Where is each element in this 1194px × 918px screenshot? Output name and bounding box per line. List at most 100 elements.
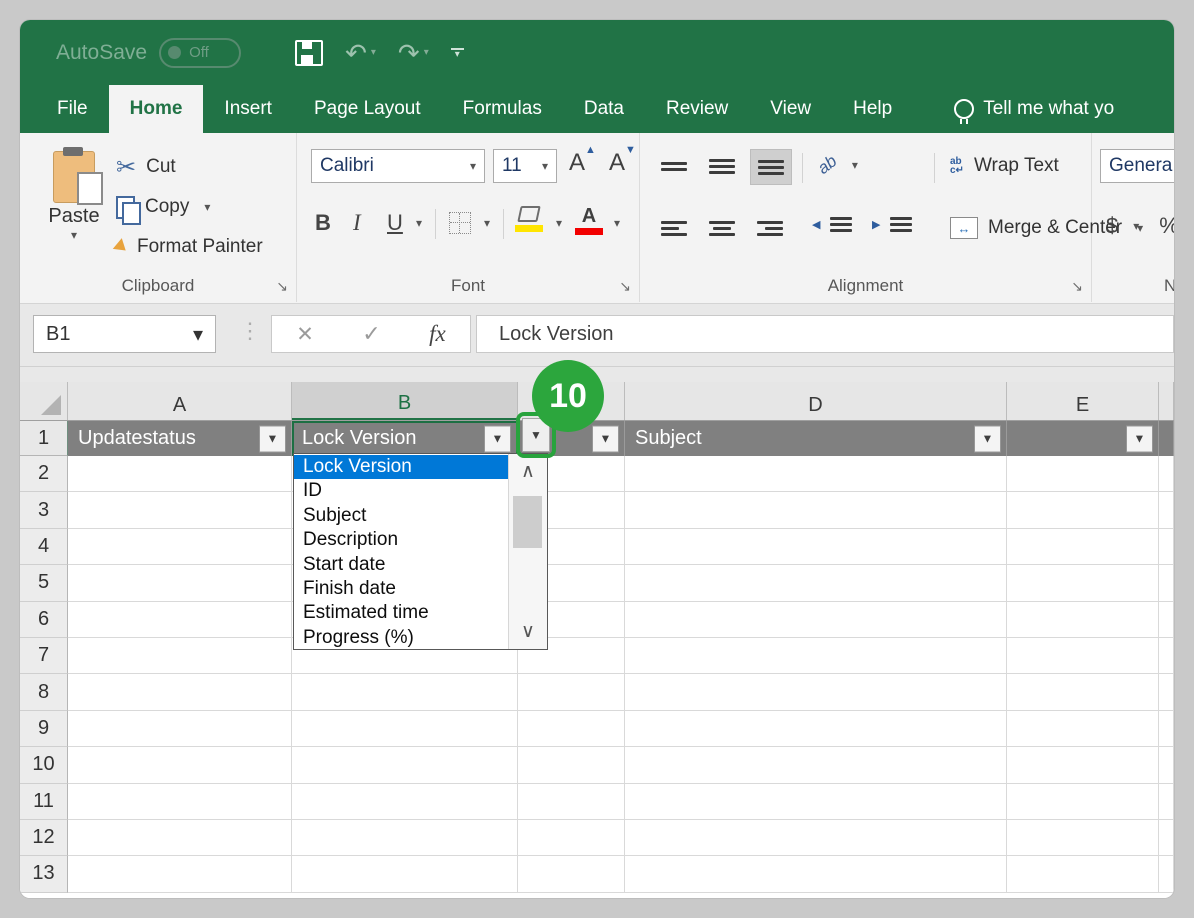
filter-e1-icon[interactable]: ▼ [1126,425,1153,452]
font-size-select[interactable]: 11 ▾ [493,149,557,183]
cell[interactable] [292,674,518,710]
save-icon[interactable] [295,40,323,66]
underline-button[interactable]: U [387,205,403,241]
italic-button[interactable]: I [353,205,361,241]
cell[interactable] [68,492,292,528]
cell[interactable] [1007,456,1159,492]
cell[interactable] [68,820,292,856]
currency-button[interactable]: $ ▾ % [1106,213,1174,239]
cell[interactable] [518,747,625,783]
filter-b1-icon[interactable]: ▼ [484,425,511,452]
row-header-12[interactable]: 12 [20,820,68,856]
cell[interactable] [292,784,518,820]
formula-input[interactable]: Lock Version [476,315,1174,353]
currency-dropdown-icon[interactable]: ▾ [1133,219,1139,233]
name-box-dropdown-icon[interactable]: ▾ [193,322,203,347]
align-center-button[interactable] [702,211,742,245]
paste-dropdown-icon[interactable]: ▾ [38,228,110,242]
row-header-7[interactable]: 7 [20,638,68,674]
fill-color-button[interactable] [515,201,543,237]
cell[interactable] [625,456,1007,492]
cell[interactable] [68,638,292,674]
cell[interactable] [1007,820,1159,856]
borders-dropdown-icon[interactable]: ▾ [484,205,490,241]
tab-view[interactable]: View [749,85,832,133]
bold-button[interactable]: B [315,205,331,241]
tab-data[interactable]: Data [563,85,645,133]
row-header-6[interactable]: 6 [20,602,68,638]
tab-insert[interactable]: Insert [203,85,293,133]
cell[interactable] [518,784,625,820]
redo-button[interactable]: ↷▾ [398,40,429,66]
dropdown-item-progress[interactable]: Progress (%) [294,626,508,649]
cell[interactable] [68,784,292,820]
cell-b1-selected[interactable]: Lock Version ▼ [292,421,518,456]
paste-button[interactable]: Paste ▾ [38,145,110,242]
row-header-4[interactable]: 4 [20,529,68,565]
row-header-13[interactable]: 13 [20,856,68,892]
orientation-button[interactable]: ab ▾ [818,155,858,175]
row-header-2[interactable]: 2 [20,456,68,492]
cell[interactable] [292,856,518,892]
orientation-dropdown-icon[interactable]: ▾ [852,158,858,172]
borders-button[interactable] [449,205,471,241]
cell[interactable] [68,747,292,783]
dropdown-item-subject[interactable]: Subject [294,504,508,528]
clipboard-dialog-launcher-icon[interactable]: ↘ [276,278,288,295]
cell[interactable] [1007,856,1159,892]
row-header-8[interactable]: 8 [20,674,68,710]
col-header-a[interactable]: A [68,382,292,420]
cell[interactable] [68,565,292,601]
font-color-button[interactable]: A [575,203,603,239]
dropdown-item-description[interactable]: Description [294,528,508,552]
col-header-b[interactable]: B [292,382,518,420]
grow-font-button[interactable]: A▲ [569,149,596,177]
redo-dropdown-icon[interactable]: ▾ [424,48,429,58]
font-name-select[interactable]: Calibri ▾ [311,149,485,183]
cancel-icon[interactable]: ✕ [296,322,314,347]
align-right-button[interactable] [750,211,790,245]
tab-file[interactable]: File [36,85,109,133]
cell[interactable] [1007,674,1159,710]
dropdown-item-estimated-time[interactable]: Estimated time [294,601,508,625]
cell[interactable] [68,856,292,892]
decrease-indent-button[interactable]: ◀ [812,217,852,232]
cell[interactable] [292,711,518,747]
dropdown-item-finish-date[interactable]: Finish date [294,577,508,601]
align-left-button[interactable] [654,211,694,245]
cell[interactable] [518,856,625,892]
underline-dropdown-icon[interactable]: ▾ [416,205,422,241]
formula-bar-grip-icon[interactable]: ⋮ [239,318,263,344]
tab-formulas[interactable]: Formulas [442,85,563,133]
dropdown-scrollbar[interactable]: ∧ ∨ [508,454,547,649]
font-color-dropdown-icon[interactable]: ▾ [614,205,620,241]
bottom-align-button[interactable] [750,149,792,185]
cell[interactable] [625,711,1007,747]
cell[interactable] [1007,529,1159,565]
cell[interactable] [625,602,1007,638]
filter-a1-icon[interactable]: ▼ [259,425,286,452]
cell[interactable] [625,820,1007,856]
dropdown-item-lock-version[interactable]: Lock Version [294,455,508,479]
row-header-10[interactable]: 10 [20,747,68,783]
cell[interactable] [1007,784,1159,820]
cell[interactable] [625,565,1007,601]
row-header-11[interactable]: 11 [20,784,68,820]
cell-a1[interactable]: Updatestatus ▼ [68,421,292,456]
cell[interactable] [68,529,292,565]
copy-dropdown-icon[interactable]: ▾ [204,200,210,214]
tell-me-search[interactable]: Tell me what yo [933,85,1135,133]
cut-button[interactable]: ✂ Cut [116,147,263,187]
cell[interactable] [625,747,1007,783]
enter-icon[interactable]: ✓ [362,321,380,347]
row-header-3[interactable]: 3 [20,492,68,528]
name-box[interactable]: B1 ▾ [33,315,216,353]
fill-color-dropdown-icon[interactable]: ▾ [556,205,562,241]
format-painter-button[interactable]: Format Painter [116,227,263,267]
cell[interactable] [68,711,292,747]
col-header-d[interactable]: D [625,382,1007,420]
cell[interactable] [518,674,625,710]
insert-function-icon[interactable]: fx [429,321,446,347]
cell[interactable] [625,784,1007,820]
cell[interactable] [625,638,1007,674]
